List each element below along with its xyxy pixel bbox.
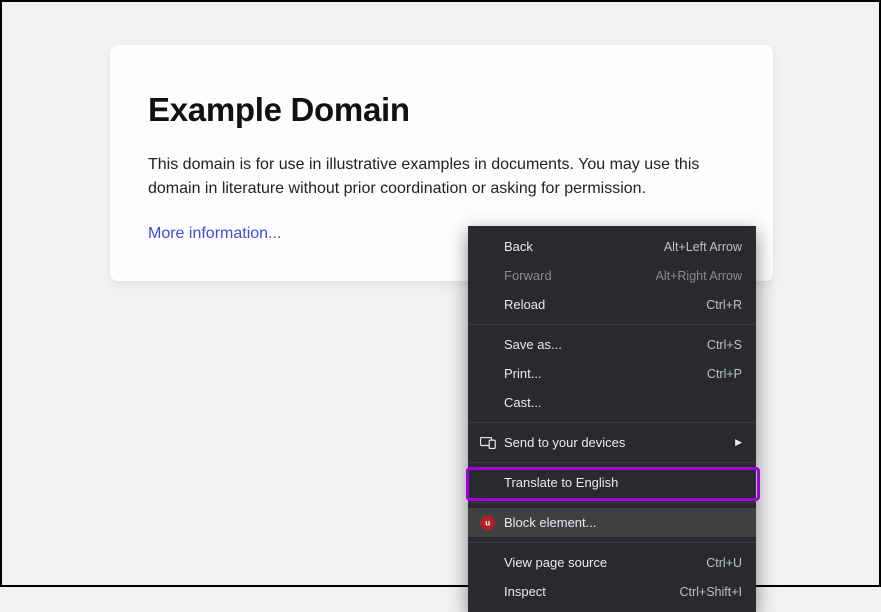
context-menu: Back Alt+Left Arrow Forward Alt+Right Ar… [468, 226, 756, 612]
menu-save-as-label: Save as... [504, 337, 707, 352]
menu-view-source-shortcut: Ctrl+U [706, 556, 742, 570]
menu-send-to-devices-label: Send to your devices [504, 435, 729, 450]
menu-inspect-label: Inspect [504, 584, 679, 599]
menu-view-source[interactable]: View page source Ctrl+U [468, 548, 756, 577]
menu-back-shortcut: Alt+Left Arrow [664, 240, 742, 254]
menu-block-element-label: Block element... [504, 515, 742, 530]
menu-separator [468, 324, 756, 325]
menu-view-source-label: View page source [504, 555, 706, 570]
submenu-arrow-icon: ▶ [735, 437, 742, 448]
menu-send-to-devices[interactable]: Send to your devices ▶ [468, 428, 756, 457]
ublock-icon: u [480, 515, 495, 530]
menu-save-as-shortcut: Ctrl+S [707, 338, 742, 352]
menu-cast-label: Cast... [504, 395, 742, 410]
menu-save-as[interactable]: Save as... Ctrl+S [468, 330, 756, 359]
menu-forward-label: Forward [504, 268, 656, 283]
menu-forward: Forward Alt+Right Arrow [468, 261, 756, 290]
menu-translate[interactable]: Translate to English [468, 468, 756, 497]
menu-back-label: Back [504, 239, 664, 254]
menu-reload-shortcut: Ctrl+R [706, 298, 742, 312]
menu-separator [468, 542, 756, 543]
menu-cast[interactable]: Cast... [468, 388, 756, 417]
menu-reload[interactable]: Reload Ctrl+R [468, 290, 756, 319]
menu-reload-label: Reload [504, 297, 706, 312]
menu-forward-shortcut: Alt+Right Arrow [656, 269, 743, 283]
menu-back[interactable]: Back Alt+Left Arrow [468, 232, 756, 261]
menu-print-label: Print... [504, 366, 707, 381]
page-body-text: This domain is for use in illustrative e… [148, 153, 735, 201]
page-title: Example Domain [148, 91, 735, 129]
menu-separator [468, 502, 756, 503]
more-information-link[interactable]: More information... [148, 225, 281, 242]
menu-separator [468, 422, 756, 423]
menu-block-element[interactable]: u Block element... [468, 508, 756, 537]
menu-print-shortcut: Ctrl+P [707, 367, 742, 381]
devices-icon [480, 437, 496, 449]
menu-print[interactable]: Print... Ctrl+P [468, 359, 756, 388]
menu-separator [468, 462, 756, 463]
menu-translate-label: Translate to English [504, 475, 742, 490]
menu-inspect[interactable]: Inspect Ctrl+Shift+I [468, 577, 756, 606]
